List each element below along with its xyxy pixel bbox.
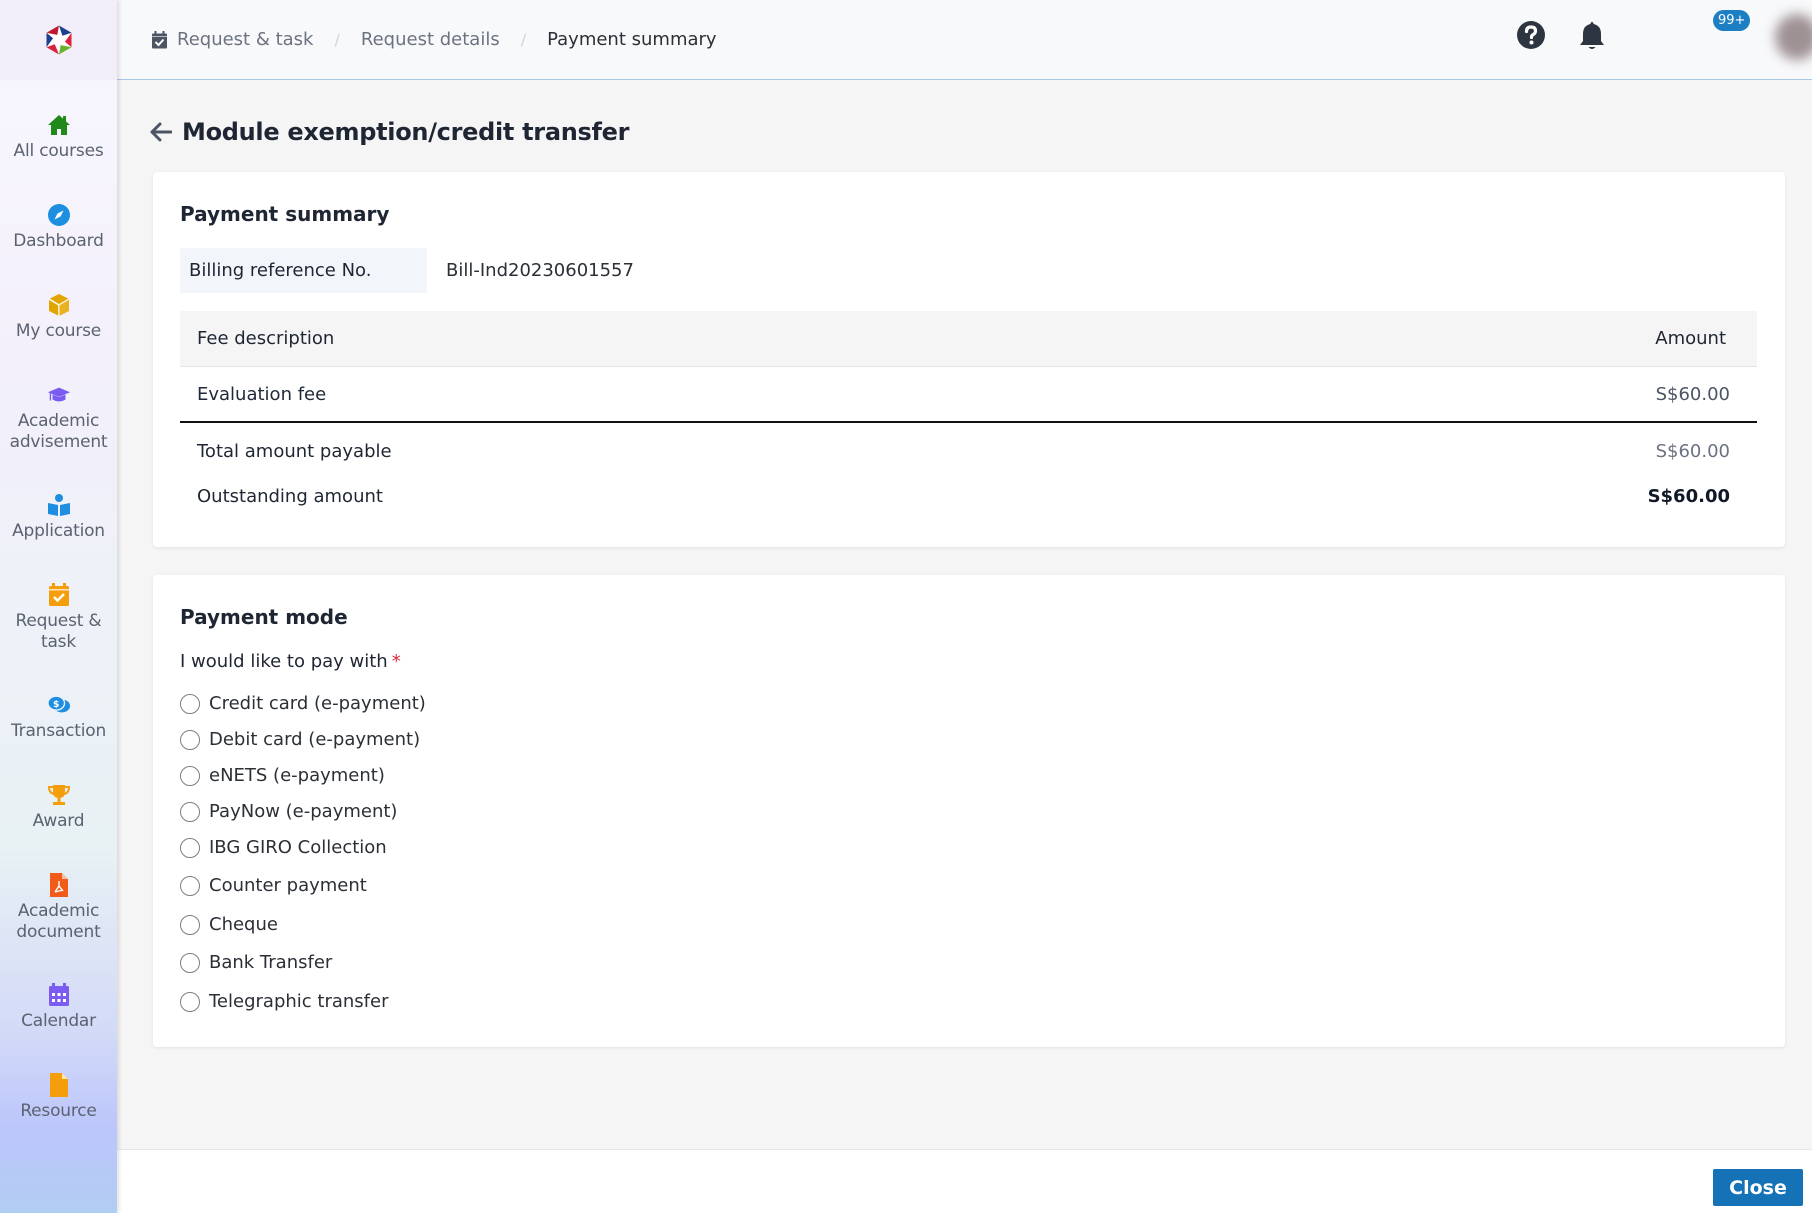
column-header-fee-description: Fee description <box>197 328 335 349</box>
required-asterisk: * <box>391 651 401 672</box>
compass-icon <box>47 203 71 227</box>
outstanding-amount-value: S$60.00 <box>1647 486 1730 507</box>
breadcrumb-request-task[interactable]: Request & task <box>177 29 314 50</box>
breadcrumb-payment-summary: Payment summary <box>547 29 717 50</box>
radio-debit-card[interactable]: Debit card (e-payment) <box>180 729 420 750</box>
radio-label: Cheque <box>209 914 278 935</box>
radio-button[interactable] <box>180 801 200 822</box>
radio-button[interactable] <box>180 875 200 896</box>
sidebar-item-academic-advisement[interactable]: Academic advisement <box>0 383 117 453</box>
radio-telegraphic-transfer[interactable]: Telegraphic transfer <box>180 991 388 1012</box>
sidebar-item-all-courses[interactable]: All courses <box>0 113 117 162</box>
radio-ibg-giro[interactable]: IBG GIRO Collection <box>180 837 387 858</box>
sidebar-item-transaction[interactable]: $ Transaction <box>0 693 117 742</box>
payment-mode-card: Payment mode I would like to pay with * C… <box>153 575 1785 1047</box>
logo[interactable] <box>0 0 117 80</box>
payment-mode-title: Payment mode <box>180 605 348 629</box>
trophy-icon <box>47 783 71 807</box>
close-button[interactable]: Close <box>1713 1169 1803 1206</box>
svg-text:$: $ <box>53 699 59 710</box>
calendar-icon <box>47 983 71 1007</box>
back-arrow-icon[interactable] <box>150 120 174 144</box>
cube-icon <box>47 293 71 317</box>
column-header-amount: Amount <box>1655 328 1726 349</box>
radio-button[interactable] <box>180 837 200 858</box>
radio-label: PayNow (e-payment) <box>209 801 398 822</box>
top-header: Request & task / Request details / Payme… <box>117 0 1812 80</box>
radio-label: Counter payment <box>209 875 367 896</box>
notification-count-badge: 99+ <box>1713 10 1751 31</box>
sidebar-item-calendar[interactable]: Calendar <box>0 983 117 1032</box>
sidebar-item-application[interactable]: Application <box>0 493 117 542</box>
outstanding-amount-label: Outstanding amount <box>197 486 383 507</box>
sidebar: All courses Dashboard My course Academic… <box>0 0 117 1213</box>
radio-label: eNETS (e-payment) <box>209 765 385 786</box>
notification-bell-icon[interactable] <box>1577 20 1607 52</box>
radio-button[interactable] <box>180 914 200 935</box>
calendar-check-icon <box>47 583 71 607</box>
breadcrumb-separator: / <box>520 30 527 49</box>
table-row: Evaluation fee S$60.00 <box>180 367 1757 423</box>
fee-amount: S$60.00 <box>1655 383 1730 405</box>
institution-logo-icon <box>46 25 71 55</box>
home-icon <box>47 113 71 137</box>
payment-summary-title: Payment summary <box>180 202 390 226</box>
radio-counter-payment[interactable]: Counter payment <box>180 875 367 896</box>
radio-button[interactable] <box>180 693 200 714</box>
help-icon[interactable] <box>1516 20 1546 50</box>
radio-label: Debit card (e-payment) <box>209 729 421 750</box>
fee-table-header: Fee description Amount <box>180 311 1757 367</box>
radio-label: Telegraphic transfer <box>209 991 389 1012</box>
billing-reference-value: Bill-Ind20230601557 <box>446 260 634 281</box>
total-payable-value: S$60.00 <box>1655 441 1730 462</box>
fee-description: Evaluation fee <box>197 383 327 405</box>
page-title: Module exemption/credit transfer <box>182 118 630 146</box>
payment-method-question: I would like to pay with * <box>180 651 401 672</box>
breadcrumb: Request & task / Request details / Payme… <box>151 29 717 50</box>
billing-reference-label: Billing reference No. <box>180 248 427 293</box>
reader-icon <box>47 493 71 517</box>
sidebar-item-my-course[interactable]: My course <box>0 293 117 342</box>
radio-credit-card[interactable]: Credit card (e-payment) <box>180 693 426 714</box>
money-chat-icon: $ <box>46 693 71 717</box>
file-icon <box>47 1073 71 1097</box>
breadcrumb-request-details[interactable]: Request details <box>361 29 500 50</box>
sidebar-item-resource[interactable]: Resource <box>0 1073 117 1122</box>
payment-summary-card: Payment summary Billing reference No. Bi… <box>153 172 1785 547</box>
radio-button[interactable] <box>180 729 200 750</box>
radio-button[interactable] <box>180 765 200 786</box>
radio-label: IBG GIRO Collection <box>209 837 387 858</box>
footer-bar: Close <box>117 1149 1812 1213</box>
outstanding-amount-row: Outstanding amount S$60.00 <box>180 474 1757 519</box>
radio-button[interactable] <box>180 952 200 973</box>
radio-bank-transfer[interactable]: Bank Transfer <box>180 952 332 973</box>
total-payable-row: Total amount payable S$60.00 <box>180 429 1757 474</box>
calendar-check-icon <box>151 30 168 49</box>
sidebar-item-dashboard[interactable]: Dashboard <box>0 203 117 252</box>
radio-paynow[interactable]: PayNow (e-payment) <box>180 801 397 822</box>
radio-button[interactable] <box>180 991 200 1012</box>
user-avatar[interactable] <box>1775 14 1812 60</box>
payment-method-question-text: I would like to pay with <box>180 651 388 672</box>
graduation-cap-icon <box>47 383 71 407</box>
breadcrumb-separator: / <box>334 30 340 49</box>
page-title-row: Module exemption/credit transfer <box>150 118 629 146</box>
fee-table: Fee description Amount Evaluation fee S$… <box>180 311 1757 519</box>
sidebar-item-award[interactable]: Award <box>0 783 117 832</box>
total-payable-label: Total amount payable <box>197 441 392 462</box>
pdf-file-icon <box>47 873 71 897</box>
radio-label: Bank Transfer <box>209 952 333 973</box>
sidebar-item-academic-document[interactable]: Academic document <box>0 873 117 943</box>
sidebar-item-request-task[interactable]: Request & task <box>0 583 117 653</box>
radio-cheque[interactable]: Cheque <box>180 914 278 935</box>
radio-label: Credit card (e-payment) <box>209 693 426 714</box>
radio-enets[interactable]: eNETS (e-payment) <box>180 765 385 786</box>
